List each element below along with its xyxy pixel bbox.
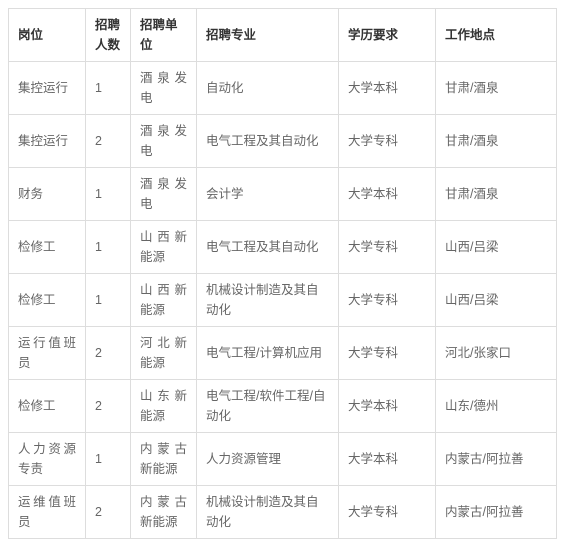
cell-post: 运行值班员 bbox=[8, 326, 86, 380]
cell-education: 大学专科 bbox=[338, 485, 436, 539]
cell-major: 电气工程及其自动化 bbox=[196, 220, 339, 274]
recruitment-table-container: 岗位 招聘人数 招聘单位 招聘专业 学历要求 工作地点 集控运行 1 酒泉发电 … bbox=[0, 0, 563, 547]
column-header-location: 工作地点 bbox=[435, 8, 557, 62]
cell-education: 大学本科 bbox=[338, 379, 436, 433]
cell-location: 山东/德州 bbox=[435, 379, 557, 433]
table-row: 运行值班员 2 河北新能源 电气工程/计算机应用 大学专科 河北/张家口 bbox=[8, 326, 557, 380]
table-header: 岗位 招聘人数 招聘单位 招聘专业 学历要求 工作地点 bbox=[8, 8, 557, 62]
cell-count: 2 bbox=[85, 379, 131, 433]
cell-location: 内蒙古/阿拉善 bbox=[435, 432, 557, 486]
cell-location: 山西/吕梁 bbox=[435, 273, 557, 327]
table-row: 集控运行 2 酒泉发电 电气工程及其自动化 大学专科 甘肃/酒泉 bbox=[8, 114, 557, 168]
cell-post: 运维值班员 bbox=[8, 485, 86, 539]
cell-education: 大学专科 bbox=[338, 114, 436, 168]
cell-unit: 山西新能源 bbox=[130, 220, 197, 274]
cell-count: 1 bbox=[85, 273, 131, 327]
cell-education: 大学本科 bbox=[338, 167, 436, 221]
cell-education: 大学本科 bbox=[338, 61, 436, 115]
cell-major: 人力资源管理 bbox=[196, 432, 339, 486]
cell-post: 人力资源专责 bbox=[8, 432, 86, 486]
cell-unit: 酒泉发电 bbox=[130, 114, 197, 168]
cell-location: 山西/吕梁 bbox=[435, 220, 557, 274]
cell-location: 甘肃/酒泉 bbox=[435, 61, 557, 115]
cell-unit: 酒泉发电 bbox=[130, 167, 197, 221]
cell-post: 检修工 bbox=[8, 220, 86, 274]
recruitment-table: 岗位 招聘人数 招聘单位 招聘专业 学历要求 工作地点 集控运行 1 酒泉发电 … bbox=[8, 8, 557, 539]
cell-education: 大学本科 bbox=[338, 432, 436, 486]
table-row: 财务 1 酒泉发电 会计学 大学本科 甘肃/酒泉 bbox=[8, 167, 557, 221]
column-header-post: 岗位 bbox=[8, 8, 86, 62]
column-header-unit: 招聘单位 bbox=[130, 8, 197, 62]
cell-major: 机械设计制造及其自动化 bbox=[196, 273, 339, 327]
cell-location: 河北/张家口 bbox=[435, 326, 557, 380]
cell-education: 大学专科 bbox=[338, 326, 436, 380]
cell-post: 检修工 bbox=[8, 379, 86, 433]
table-header-row: 岗位 招聘人数 招聘单位 招聘专业 学历要求 工作地点 bbox=[8, 8, 557, 62]
cell-unit: 山东新能源 bbox=[130, 379, 197, 433]
cell-post: 集控运行 bbox=[8, 114, 86, 168]
table-row: 检修工 1 山西新能源 电气工程及其自动化 大学专科 山西/吕梁 bbox=[8, 220, 557, 274]
cell-unit: 酒泉发电 bbox=[130, 61, 197, 115]
cell-count: 2 bbox=[85, 326, 131, 380]
cell-major: 自动化 bbox=[196, 61, 339, 115]
table-row: 检修工 1 山西新能源 机械设计制造及其自动化 大学专科 山西/吕梁 bbox=[8, 273, 557, 327]
cell-count: 1 bbox=[85, 432, 131, 486]
cell-post: 集控运行 bbox=[8, 61, 86, 115]
cell-count: 1 bbox=[85, 61, 131, 115]
table-row: 检修工 2 山东新能源 电气工程/软件工程/自动化 大学本科 山东/德州 bbox=[8, 379, 557, 433]
cell-major: 电气工程/软件工程/自动化 bbox=[196, 379, 339, 433]
cell-unit: 内蒙古新能源 bbox=[130, 432, 197, 486]
cell-education: 大学专科 bbox=[338, 220, 436, 274]
cell-post: 财务 bbox=[8, 167, 86, 221]
cell-major: 机械设计制造及其自动化 bbox=[196, 485, 339, 539]
cell-location: 甘肃/酒泉 bbox=[435, 114, 557, 168]
cell-unit: 内蒙古新能源 bbox=[130, 485, 197, 539]
cell-education: 大学专科 bbox=[338, 273, 436, 327]
column-header-major: 招聘专业 bbox=[196, 8, 339, 62]
cell-location: 甘肃/酒泉 bbox=[435, 167, 557, 221]
cell-major: 电气工程/计算机应用 bbox=[196, 326, 339, 380]
cell-count: 2 bbox=[85, 114, 131, 168]
cell-unit: 山西新能源 bbox=[130, 273, 197, 327]
cell-count: 1 bbox=[85, 167, 131, 221]
column-header-education: 学历要求 bbox=[338, 8, 436, 62]
cell-count: 1 bbox=[85, 220, 131, 274]
cell-unit: 河北新能源 bbox=[130, 326, 197, 380]
table-body: 集控运行 1 酒泉发电 自动化 大学本科 甘肃/酒泉 集控运行 2 酒泉发电 电… bbox=[8, 61, 557, 539]
cell-major: 电气工程及其自动化 bbox=[196, 114, 339, 168]
table-row: 运维值班员 2 内蒙古新能源 机械设计制造及其自动化 大学专科 内蒙古/阿拉善 bbox=[8, 485, 557, 539]
table-row: 集控运行 1 酒泉发电 自动化 大学本科 甘肃/酒泉 bbox=[8, 61, 557, 115]
table-row: 人力资源专责 1 内蒙古新能源 人力资源管理 大学本科 内蒙古/阿拉善 bbox=[8, 432, 557, 486]
cell-major: 会计学 bbox=[196, 167, 339, 221]
cell-post: 检修工 bbox=[8, 273, 86, 327]
cell-location: 内蒙古/阿拉善 bbox=[435, 485, 557, 539]
column-header-count: 招聘人数 bbox=[85, 8, 131, 62]
cell-count: 2 bbox=[85, 485, 131, 539]
